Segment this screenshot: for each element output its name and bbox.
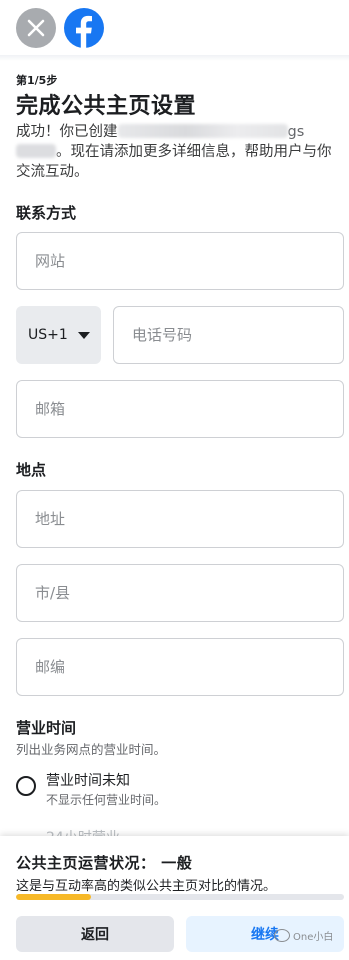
- hours-unknown-sub: 不显示任何营业时间。: [46, 793, 167, 807]
- wechat-icon: [274, 929, 290, 942]
- watermark: One小白: [274, 928, 333, 943]
- address-field[interactable]: [16, 490, 344, 548]
- redacted-name: [117, 124, 288, 138]
- close-icon: [27, 19, 45, 37]
- caret-down-icon: [77, 331, 90, 339]
- facebook-logo[interactable]: [64, 8, 104, 48]
- website-input[interactable]: [33, 251, 343, 271]
- hours-unknown-label[interactable]: 营业时间未知: [46, 770, 130, 790]
- intro-text: 成功！你已创建 gs 。现在请添加更多详细信息，帮助用户与你交流互动。: [16, 122, 336, 182]
- redacted-name-2: [16, 144, 56, 158]
- country-code-select[interactable]: US+1: [16, 306, 101, 364]
- email-field[interactable]: [16, 380, 344, 438]
- top-bar: [0, 0, 349, 56]
- intro-tail: gs: [287, 124, 305, 140]
- phone-field[interactable]: [113, 306, 344, 364]
- page-health-title: 公共主页运营状况： 一般: [16, 854, 193, 872]
- phone-input[interactable]: [130, 325, 343, 345]
- hours-unknown-radio[interactable]: [16, 776, 36, 796]
- intro-lead: 成功！你已创建: [16, 124, 118, 140]
- website-field[interactable]: [16, 232, 344, 290]
- hours-heading: 营业时间: [16, 719, 77, 737]
- location-heading: 地点: [16, 461, 47, 479]
- contact-heading: 联系方式: [16, 204, 77, 222]
- city-field[interactable]: [16, 564, 344, 622]
- back-button[interactable]: 返回: [16, 916, 174, 952]
- header-divider: [0, 55, 349, 61]
- city-input[interactable]: [33, 583, 343, 603]
- page-title: 完成公共主页设置: [16, 94, 197, 119]
- zip-input[interactable]: [33, 657, 343, 677]
- page-health-desc: 这是与互动率高的类似公共主页对比的情况。: [16, 879, 277, 894]
- footer-panel: 公共主页运营状况： 一般 这是与互动率高的类似公共主页对比的情况。 返回 继续 …: [0, 836, 349, 960]
- intro-rest: 。现在请添加更多详细信息，帮助用户与你交流互动。: [16, 144, 332, 180]
- health-progress-fill: [16, 894, 92, 900]
- watermark-text: One小白: [293, 932, 334, 943]
- email-input[interactable]: [33, 399, 343, 419]
- health-progress-bar: [16, 894, 344, 900]
- country-code-value: US+1: [28, 327, 68, 343]
- zip-field[interactable]: [16, 638, 344, 696]
- close-button[interactable]: [16, 8, 56, 48]
- step-indicator: 第1/5步: [16, 74, 58, 87]
- hours-subheading: 列出业务网点的营业时间。: [16, 742, 167, 757]
- address-input[interactable]: [33, 509, 343, 529]
